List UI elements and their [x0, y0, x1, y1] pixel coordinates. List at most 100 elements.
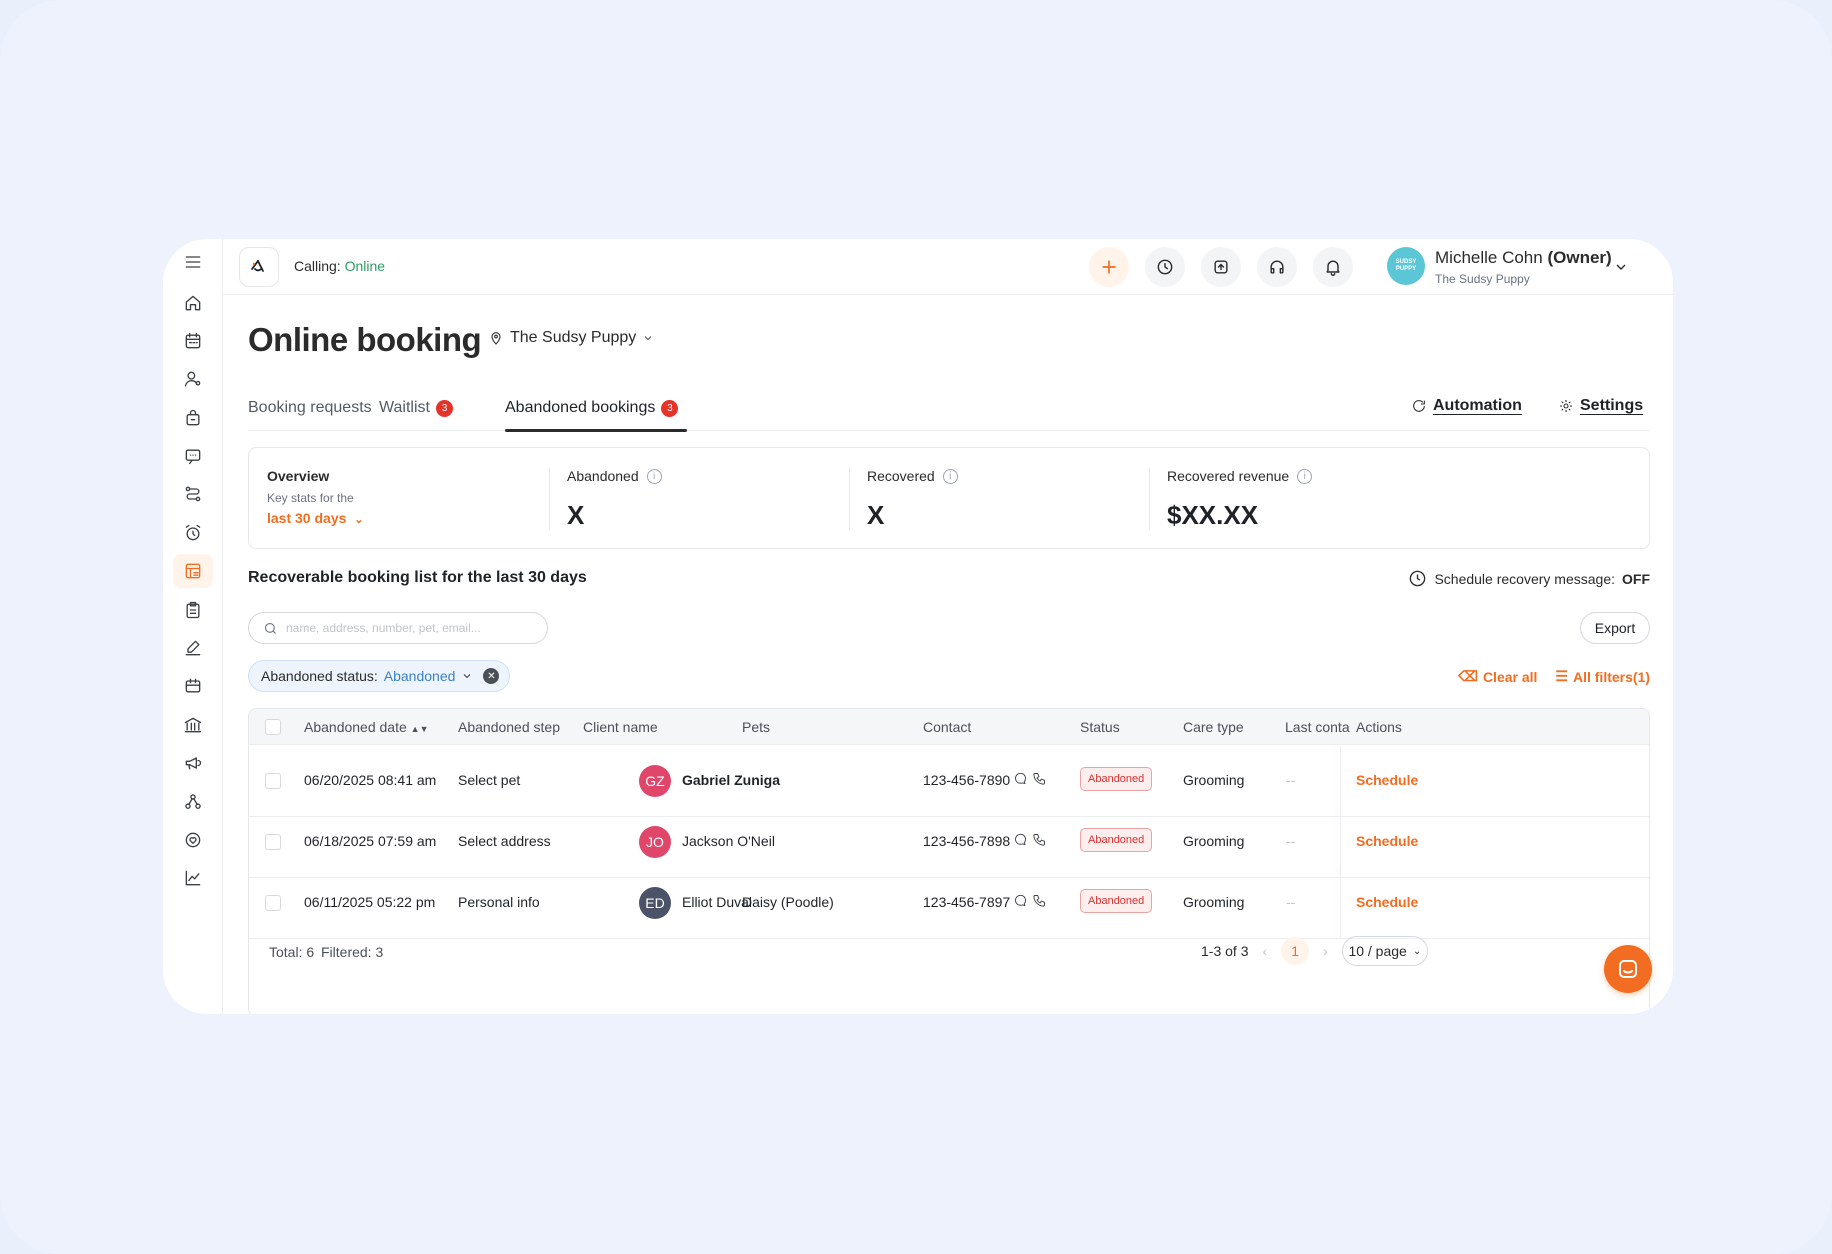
message-icon[interactable] — [1013, 771, 1028, 786]
total-count: Total: 6 — [269, 944, 315, 960]
select-all-checkbox[interactable] — [265, 719, 281, 735]
page-size-select[interactable]: 10 / page ⌄ — [1341, 936, 1428, 966]
refresh-icon — [1413, 400, 1425, 412]
chevron-down-icon[interactable] — [1613, 259, 1629, 275]
location-pin-icon — [491, 332, 501, 345]
automation-link[interactable]: Automation — [1411, 397, 1522, 415]
row-checkbox[interactable] — [265, 773, 281, 789]
upload-button[interactable] — [1201, 247, 1241, 287]
contact-number: 123-456-7897 — [923, 894, 1011, 910]
contact-actions — [1013, 771, 1047, 786]
app-logo[interactable] — [239, 247, 279, 287]
pen-icon[interactable] — [173, 631, 213, 665]
filter-chip[interactable]: Abandoned status: Abandoned ✕ — [248, 660, 511, 692]
add-button[interactable] — [1089, 247, 1129, 287]
tab-abandoned-bookings[interactable]: Abandoned bookings 3 — [505, 399, 679, 417]
reports-icon[interactable] — [173, 861, 213, 895]
client-name[interactable]: Jackson O'Neil — [682, 833, 775, 849]
support-button[interactable] — [1257, 247, 1297, 287]
column-header: Care type — [1183, 719, 1244, 735]
megaphone-icon[interactable] — [173, 746, 213, 780]
logo-icon — [251, 259, 264, 272]
count-badge: 3 — [661, 399, 679, 417]
calling-label: Calling: — [294, 258, 341, 274]
calling-status: Calling: Online — [294, 258, 385, 274]
notifications-button[interactable] — [1313, 247, 1353, 287]
column-header: Contact — [923, 719, 972, 735]
overview-subtitle: Key stats for the — [267, 491, 354, 505]
abandoned-date: 06/11/2025 05:22 pm — [304, 894, 436, 910]
alarm-icon[interactable] — [173, 516, 213, 550]
divider — [1149, 468, 1150, 530]
filter-links: ⌫ Clear all ☰ All filters(1) — [1458, 668, 1650, 685]
home-icon[interactable] — [173, 286, 213, 320]
schedule-link[interactable]: Schedule — [1356, 772, 1418, 788]
tab-booking-requests[interactable]: Booking requests — [248, 399, 372, 417]
menu-icon[interactable] — [173, 245, 213, 279]
row-checkbox[interactable] — [265, 834, 281, 850]
all-filters-link[interactable]: ☰ All filters(1) — [1555, 668, 1650, 685]
page-number[interactable]: 1 — [1281, 937, 1310, 965]
message-icon[interactable] — [1013, 832, 1028, 847]
schedule-recovery-toggle[interactable]: Schedule recovery message: OFF — [1408, 569, 1650, 588]
range-selector[interactable]: last 30 days ⌄ — [267, 510, 364, 526]
tab-waitlist[interactable]: Waitlist 3 — [379, 399, 453, 417]
column-header: Pets — [742, 719, 771, 735]
schedule-link[interactable]: Schedule — [1356, 833, 1418, 849]
export-button[interactable]: Export — [1580, 612, 1650, 644]
messages-icon[interactable] — [173, 439, 213, 473]
location-selector[interactable]: The Sudsy Puppy — [488, 329, 654, 347]
bookings-table: Abandoned date ▲▼ Abandoned step Client … — [248, 708, 1650, 1014]
retail-icon[interactable] — [173, 401, 213, 435]
clients-icon[interactable] — [173, 362, 213, 396]
ticket-icon[interactable] — [173, 669, 213, 703]
phone-icon[interactable] — [1032, 832, 1047, 847]
remove-filter-icon[interactable]: ✕ — [483, 668, 500, 684]
contact-number: 123-456-7890 — [923, 772, 1011, 788]
chat-button[interactable] — [1604, 945, 1652, 993]
abandoned-step: Personal info — [458, 894, 540, 910]
phone-icon[interactable] — [1032, 771, 1047, 786]
broom-icon: ⌫ — [1458, 668, 1478, 684]
avatar[interactable]: SUDSY PUPPY — [1387, 247, 1425, 285]
client-avatar: JO — [639, 826, 671, 858]
upload-icon — [1214, 260, 1228, 274]
plus-icon — [1102, 260, 1116, 274]
clear-all-link[interactable]: ⌫ Clear all — [1458, 668, 1537, 685]
search-input[interactable] — [286, 621, 526, 635]
stat-label-recovered: Recovered i — [867, 468, 958, 484]
clipboard-icon[interactable] — [173, 593, 213, 627]
search-box[interactable] — [248, 612, 548, 644]
info-icon[interactable]: i — [942, 468, 958, 484]
online-booking-icon[interactable] — [173, 554, 213, 588]
calendar-icon[interactable] — [173, 324, 213, 358]
chevron-left-icon[interactable]: ‹ — [1262, 943, 1267, 959]
info-icon[interactable]: i — [646, 468, 662, 484]
divider — [549, 468, 550, 530]
info-icon[interactable]: i — [1297, 468, 1313, 484]
history-button[interactable] — [1145, 247, 1185, 287]
message-icon[interactable] — [1013, 893, 1028, 908]
schedule-link[interactable]: Schedule — [1356, 894, 1418, 910]
abandoned-step: Select address — [458, 833, 551, 849]
all-filters-label: All filters(1) — [1572, 668, 1650, 685]
chevron-down-icon — [464, 674, 471, 679]
user-name[interactable]: Michelle Cohn (Owner) — [1435, 248, 1612, 268]
loyalty-icon[interactable] — [173, 823, 213, 857]
tab-label: Booking requests — [248, 399, 372, 416]
table-header: Abandoned date ▲▼ Abandoned step Client … — [249, 709, 1649, 745]
bank-icon[interactable] — [173, 708, 213, 742]
stat-label-abandoned: Abandoned i — [567, 468, 662, 484]
network-icon[interactable] — [173, 785, 213, 819]
client-name[interactable]: Gabriel Zuniga — [682, 772, 780, 788]
chevron-right-icon[interactable]: › — [1323, 943, 1328, 959]
stat-value-recovered: X — [867, 500, 885, 530]
page-size-label: 10 / page — [1348, 943, 1407, 959]
route-icon[interactable] — [173, 477, 213, 511]
column-header: Last conta — [1285, 719, 1350, 735]
calling-online: Online — [344, 258, 386, 274]
column-header[interactable]: Abandoned date ▲▼ — [304, 719, 428, 735]
phone-icon[interactable] — [1032, 893, 1047, 908]
settings-link[interactable]: Settings — [1558, 397, 1643, 415]
row-checkbox[interactable] — [265, 895, 281, 911]
